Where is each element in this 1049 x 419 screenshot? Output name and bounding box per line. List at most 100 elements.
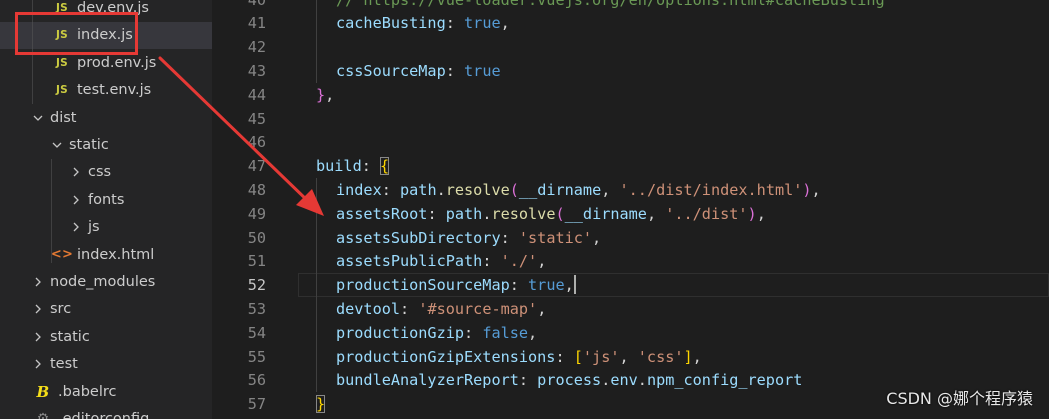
code-content[interactable]: build: { <box>298 154 1049 178</box>
code-token: ) <box>802 180 812 199</box>
explorer-file-babelrc[interactable]: B .babelrc <box>0 378 212 405</box>
code-token: , <box>692 347 702 366</box>
code-token: , <box>811 180 821 199</box>
code-line-55[interactable]: 55 productionGzipExtensions: ['js', 'css'… <box>212 344 1049 369</box>
code-editor[interactable]: 40 // https://vue-loader.vuejs.org/en/opt… <box>212 0 1049 419</box>
code-token: ] <box>683 347 693 366</box>
js-file-icon: JS <box>55 29 69 42</box>
code-token: : <box>445 61 465 80</box>
code-line-54[interactable]: 54 productionGzip: false, <box>212 320 1049 345</box>
explorer-folder-src[interactable]: src <box>0 296 212 323</box>
code-line-43[interactable]: 43 cssSourceMap: true <box>212 58 1049 83</box>
explorer-item-label: .editorconfig <box>58 411 150 419</box>
code-token: , <box>601 180 620 199</box>
chevron-down-icon[interactable] <box>49 137 65 153</box>
code-content[interactable]: assetsPublicPath: './', <box>298 249 1049 274</box>
indent-guide <box>316 368 317 393</box>
code-token: 'static' <box>518 228 593 247</box>
indent-guide <box>316 201 317 226</box>
code-token: // https://vue-loader.vuejs.org/en/optio… <box>336 0 885 9</box>
code-content[interactable]: cacheBusting: true, <box>298 11 1049 36</box>
code-line-51[interactable]: 51 assetsPublicPath: './', <box>212 249 1049 274</box>
indent-guide <box>316 58 317 83</box>
code-text: }, <box>316 83 334 107</box>
explorer-item-label: dist <box>50 109 77 126</box>
explorer-file-editorconfig[interactable]: ⚙ .editorconfig <box>0 406 212 419</box>
code-content[interactable] <box>298 35 1049 60</box>
html-file-icon: <> <box>50 247 74 263</box>
code-token: ( <box>555 204 565 223</box>
code-line-45[interactable]: 45 <box>212 107 1049 131</box>
indent-guide <box>316 320 317 345</box>
code-token: true <box>528 276 565 295</box>
chevron-down-icon[interactable] <box>30 110 46 126</box>
code-line-41[interactable]: 41 cacheBusting: true, <box>212 11 1049 36</box>
code-content[interactable]: }, <box>298 83 1049 107</box>
explorer-folder-test[interactable]: test <box>0 351 212 378</box>
code-token: , <box>500 14 510 33</box>
explorer-folder-dist[interactable]: dist <box>0 104 212 131</box>
explorer-file-index-html[interactable]: <> index.html <box>0 241 212 268</box>
code-content[interactable]: // https://vue-loader.vuejs.org/en/optio… <box>298 0 1049 12</box>
explorer-item-label: index.js <box>77 27 133 44</box>
code-line-50[interactable]: 50 assetsSubDirectory: 'static', <box>212 225 1049 250</box>
explorer-folder-css[interactable]: css <box>0 159 212 186</box>
code-content[interactable]: productionGzip: false, <box>298 320 1049 345</box>
code-token: productionSourceMap <box>336 276 510 295</box>
code-token: , <box>756 204 766 223</box>
code-content[interactable]: devtool: '#source-map', <box>298 296 1049 321</box>
code-line-48[interactable]: 48 index: path.resolve(__dirname, '../dis… <box>212 177 1049 202</box>
code-content[interactable] <box>298 107 1049 131</box>
line-number: 54 <box>247 323 266 342</box>
explorer-folder-js[interactable]: js <box>0 214 212 241</box>
code-content[interactable]: assetsSubDirectory: 'static', <box>298 225 1049 250</box>
code-token: bundleAnalyzerReport <box>336 371 519 390</box>
indent-guide <box>316 11 317 36</box>
code-token: productionGzip <box>336 323 465 342</box>
explorer-folder-fonts[interactable]: fonts <box>0 186 212 213</box>
indent-guide <box>316 0 317 12</box>
line-number: 53 <box>247 299 266 318</box>
code-content[interactable] <box>298 130 1049 154</box>
code-content[interactable]: cssSourceMap: true <box>298 58 1049 83</box>
line-number: 45 <box>247 109 266 128</box>
chevron-right-icon[interactable] <box>68 164 84 180</box>
chevron-right-icon[interactable] <box>30 356 46 372</box>
code-token: : <box>400 299 419 318</box>
code-line-44[interactable]: 44}, <box>212 83 1049 107</box>
code-token: process <box>537 371 602 390</box>
code-text: assetsSubDirectory: 'static', <box>336 226 601 250</box>
chevron-right-icon[interactable] <box>30 301 46 317</box>
code-line-47[interactable]: 47 build: { <box>212 154 1049 178</box>
chevron-right-icon[interactable] <box>30 329 46 345</box>
code-token: true <box>464 14 501 33</box>
code-line-46[interactable]: 46 <box>212 130 1049 154</box>
code-text: productionSourceMap: true, <box>336 273 576 297</box>
js-file-icon: JS <box>55 2 69 14</box>
chevron-right-icon[interactable] <box>68 192 84 208</box>
code-content[interactable]: productionSourceMap: true, <box>298 273 1049 298</box>
code-line-49[interactable]: 49 assetsRoot: path.resolve(__dirname, '.… <box>212 201 1049 226</box>
code-line-42[interactable]: 42 <box>212 35 1049 60</box>
explorer-folder-static[interactable]: static <box>0 132 212 159</box>
code-token: assetsPublicPath <box>336 252 483 271</box>
code-line-40[interactable]: 40 // https://vue-loader.vuejs.org/en/opt… <box>212 0 1049 12</box>
code-line-52[interactable]: 52 productionSourceMap: true, <box>212 273 1049 298</box>
code-content[interactable]: productionGzipExtensions: ['js', 'css'], <box>298 344 1049 369</box>
line-number: 55 <box>247 347 266 366</box>
code-token: . <box>436 180 446 199</box>
explorer-item-label: fonts <box>88 191 125 208</box>
line-number: 52 <box>247 276 266 295</box>
chevron-right-icon[interactable] <box>30 274 46 290</box>
vscode-window: JS dev.env.js JS index.js JS prod.env.js JS tes… <box>0 0 1049 419</box>
chevron-right-icon[interactable] <box>68 219 84 235</box>
explorer-folder-node-modules[interactable]: node_modules <box>0 269 212 296</box>
code-line-53[interactable]: 53 devtool: '#source-map', <box>212 296 1049 321</box>
code-token: resolve <box>445 180 510 199</box>
code-content[interactable]: assetsRoot: path.resolve(__dirname, '../… <box>298 201 1049 226</box>
explorer-item-label: .babelrc <box>58 383 117 400</box>
explorer-folder-static[interactable]: static <box>0 323 212 350</box>
code-token: 'js' <box>582 347 620 366</box>
js-file-icon: JS <box>55 84 69 97</box>
code-content[interactable]: index: path.resolve(__dirname, '../dist/… <box>298 177 1049 202</box>
